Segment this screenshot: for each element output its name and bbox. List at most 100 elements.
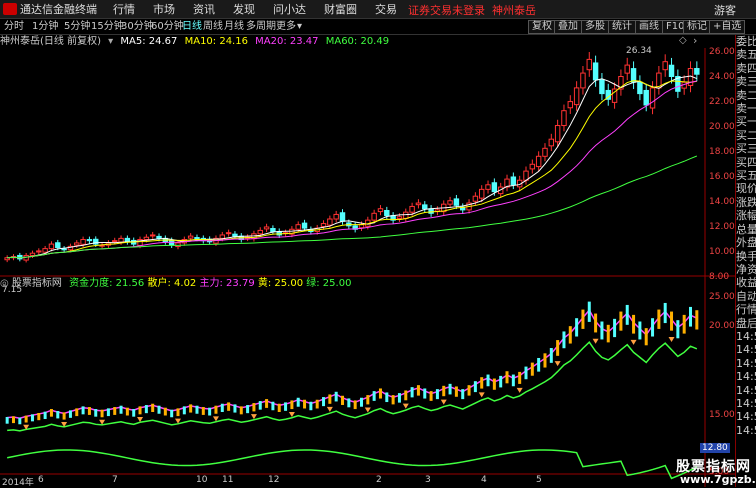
period-more[interactable]: 更多: [276, 19, 296, 34]
indicator-bar: [619, 311, 623, 331]
indicator-bar: [233, 404, 237, 413]
indicator-bar: [208, 407, 212, 416]
candle: [371, 212, 377, 221]
indicator-bar: [378, 388, 382, 399]
candle: [662, 61, 668, 71]
indicator-bar: [119, 405, 123, 414]
indicator-bar: [246, 405, 250, 414]
side-panel-item: 买三: [736, 142, 756, 156]
indicator-bar: [24, 415, 28, 423]
period-multi[interactable]: 多周期: [246, 19, 276, 34]
stock-link[interactable]: 神州泰岳: [492, 4, 536, 17]
indicator-bar: [385, 392, 389, 403]
candle: [36, 250, 42, 253]
side-panel-item: 外盘: [736, 236, 756, 250]
signal-marker-icon: [554, 361, 561, 367]
signal-marker-icon: [250, 414, 257, 420]
period-fenshi[interactable]: 分时: [4, 19, 24, 34]
expand-icon[interactable]: ›: [693, 34, 697, 47]
period-30min[interactable]: 30分钟: [121, 19, 154, 34]
indicator-bar: [530, 362, 534, 376]
period-monthly[interactable]: 月线: [224, 19, 244, 34]
signal-marker-icon: [402, 403, 409, 409]
dropdown-icon[interactable]: ▾: [108, 36, 113, 47]
indicator-bar: [81, 406, 85, 415]
candle: [156, 235, 162, 239]
indicator-bar: [214, 405, 218, 414]
price-tick: 24.00: [709, 72, 735, 82]
candle: [333, 213, 339, 220]
indicator-bar: [11, 416, 15, 424]
signal-marker-icon: [478, 392, 485, 398]
guest-login[interactable]: 游客: [714, 2, 736, 18]
candle: [599, 79, 605, 95]
indicator-bar: [157, 405, 161, 414]
date-tick: 2014年: [2, 478, 34, 488]
candle: [194, 237, 200, 240]
candle: [48, 243, 55, 250]
button-fuquan[interactable]: 复权: [528, 20, 556, 34]
price-tick: 14.00: [709, 197, 735, 207]
menu-shichang[interactable]: 市场: [153, 1, 175, 17]
candle: [415, 202, 422, 206]
candle: [649, 87, 656, 109]
candle: [396, 216, 403, 220]
date-tick: 2: [376, 475, 382, 485]
indicator-bar: [106, 408, 110, 417]
indicator-bar: [689, 306, 693, 327]
menu-caifuquan[interactable]: 财富圈: [324, 1, 357, 17]
indicator-bar: [644, 328, 648, 346]
trade-login-text[interactable]: 证券交易未登录: [408, 4, 485, 17]
indicator-bar: [227, 402, 231, 411]
period-5min[interactable]: 5分钟: [64, 19, 90, 34]
indicator-bar: [435, 389, 439, 400]
candle: [301, 222, 308, 229]
period-60min[interactable]: 60分钟: [151, 19, 184, 34]
candle: [149, 234, 156, 237]
button-huaxian[interactable]: 画线: [635, 20, 663, 34]
candle: [295, 224, 301, 230]
menu-hangqing[interactable]: 行情: [113, 1, 135, 17]
indicator-bar: [56, 411, 60, 419]
kline-chart[interactable]: [0, 48, 735, 487]
indicator-bar: [138, 406, 142, 415]
indicator-bar: [473, 381, 477, 393]
indicator-tick: 12.80: [700, 443, 730, 453]
candle: [358, 224, 365, 229]
side-panel-item: 涨幅: [736, 209, 756, 223]
period-daily[interactable]: 日线: [182, 19, 202, 34]
button-biaoji[interactable]: 标记: [683, 20, 711, 34]
indicator-bar: [296, 397, 300, 407]
indicator-bar: [587, 301, 591, 322]
price-tick: 26.00: [709, 47, 735, 57]
price-tick: 16.00: [709, 172, 735, 182]
menu-wenxiaoda[interactable]: 问小达: [273, 1, 306, 17]
trade-login-notice[interactable]: 证券交易未登录 神州泰岳: [408, 2, 536, 18]
button-zixuan[interactable]: +自选: [709, 20, 746, 34]
indicator-bar: [176, 408, 180, 417]
indicator-bar: [347, 398, 351, 408]
indicator-tick: 25.00: [709, 292, 735, 302]
candle: [409, 205, 415, 213]
candle: [403, 211, 409, 219]
menu-faxian[interactable]: 发现: [233, 1, 255, 17]
signal-marker-icon: [364, 407, 371, 413]
settings-diamond-icon[interactable]: ◇: [679, 35, 687, 46]
period-15min[interactable]: 15分钟: [91, 19, 124, 34]
indicator-bar: [353, 400, 357, 410]
indicator-bar: [581, 309, 585, 329]
more-dropdown-icon[interactable]: ▾: [297, 19, 302, 34]
button-duogu[interactable]: 多股: [581, 20, 609, 34]
period-1min[interactable]: 1分钟: [32, 19, 58, 34]
indicator-bar: [62, 412, 66, 420]
indicator-bar: [423, 388, 427, 399]
button-diejia[interactable]: 叠加: [554, 20, 582, 34]
button-tongji[interactable]: 统计: [608, 20, 636, 34]
menu-jiaoyi[interactable]: 交易: [375, 1, 397, 17]
indicator-bar: [391, 395, 395, 405]
indicator-bar: [303, 399, 307, 409]
ma20-line: [7, 80, 697, 259]
indicator-bar: [410, 387, 414, 398]
menu-zixun[interactable]: 资讯: [193, 1, 215, 17]
period-weekly[interactable]: 周线: [203, 19, 223, 34]
